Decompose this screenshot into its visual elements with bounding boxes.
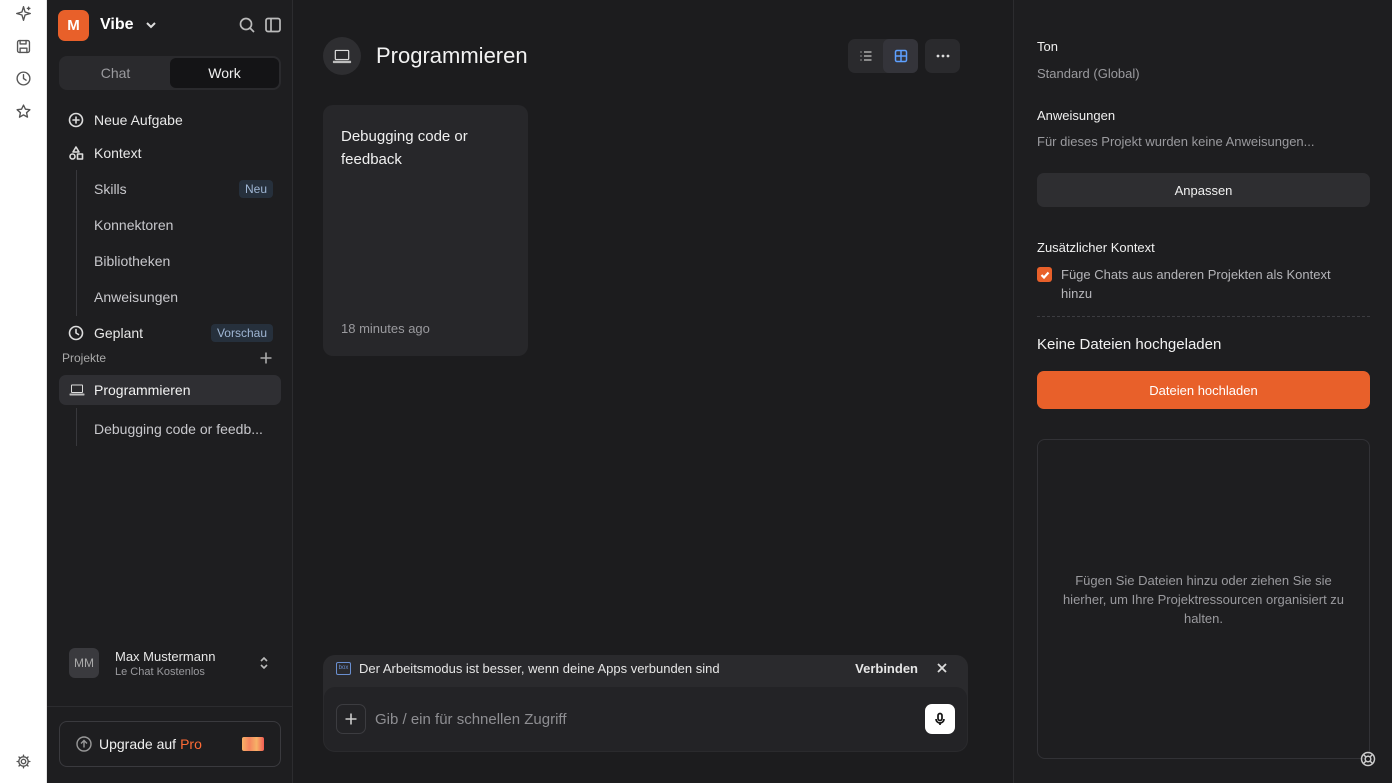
project-icon — [323, 37, 361, 75]
upgrade-label: Upgrade auf — [99, 736, 177, 752]
plus-icon — [345, 713, 357, 725]
sidebar-divider — [47, 706, 293, 707]
grid-view-button[interactable] — [883, 39, 918, 73]
sidebar-item-libraries[interactable]: Bibliotheken — [94, 247, 281, 275]
instructions-value: Für dieses Projekt wurden keine Anweisun… — [1037, 134, 1315, 149]
file-dropzone[interactable]: Fügen Sie Dateien hinzu oder ziehen Sie … — [1037, 439, 1370, 759]
extra-context-checkbox[interactable] — [1037, 267, 1052, 282]
brand-logo: M — [58, 9, 89, 41]
laptop-icon — [332, 49, 352, 63]
tone-value: Standard (Global) — [1037, 66, 1140, 81]
sidebar-item-project[interactable]: Programmieren — [59, 375, 281, 405]
sidebar-item-skills[interactable]: Skills Neu — [94, 175, 281, 203]
workspace-switcher[interactable]: M Vibe — [58, 9, 158, 41]
search-icon[interactable] — [238, 16, 256, 34]
workspace-name: Vibe — [100, 16, 134, 33]
customize-button[interactable]: Anpassen — [1037, 173, 1370, 207]
mode-switch: Chat Work — [59, 56, 281, 90]
extra-context-option: Füge Chats aus anderen Projekten als Kon… — [1037, 265, 1357, 303]
star-icon[interactable] — [13, 101, 33, 121]
files-heading: Keine Dateien hochgeladen — [1037, 336, 1222, 353]
chat-input[interactable] — [375, 704, 925, 734]
tab-work[interactable]: Work — [170, 58, 279, 88]
grid-icon — [894, 49, 907, 63]
sidebar: M Vibe Chat Work Neue Aufgabe Kontext Sk… — [47, 0, 293, 783]
checkmark-icon — [1040, 271, 1049, 279]
extra-context-text: Füge Chats aus anderen Projekten als Kon… — [1061, 267, 1331, 301]
box-icon: box — [336, 661, 351, 675]
project-name: Programmieren — [94, 382, 191, 398]
tab-chat[interactable]: Chat — [61, 58, 170, 88]
scheduled-label: Geplant — [94, 325, 144, 341]
save-icon[interactable] — [13, 36, 33, 56]
close-icon[interactable] — [936, 662, 948, 674]
user-menu[interactable]: MM Max Mustermann Le Chat Kostenlos — [59, 645, 281, 681]
more-horizontal-icon — [936, 54, 949, 58]
sparkle-icon[interactable] — [13, 3, 33, 23]
attach-button[interactable] — [336, 704, 366, 734]
add-project-icon[interactable] — [259, 351, 273, 365]
main-content: Programmieren Debugging code or feedback… — [293, 0, 1013, 783]
connectors-label: Konnektoren — [94, 217, 174, 233]
composer-input-row — [324, 687, 967, 751]
avatar: MM — [69, 648, 99, 678]
user-info: Max Mustermann Le Chat Kostenlos — [115, 649, 215, 678]
sidebar-item-scheduled[interactable]: Geplant Vorschau — [59, 319, 281, 347]
clock-icon — [68, 325, 84, 341]
laptop-icon — [69, 384, 85, 396]
skills-label: Skills — [94, 181, 127, 197]
pro-gradient-icon — [242, 737, 264, 751]
icon-rail — [0, 0, 47, 783]
project-tree-line — [76, 408, 77, 446]
tone-label: Ton — [1037, 39, 1058, 54]
project-settings-panel: Ton Standard (Global) Anweisungen Für di… — [1013, 0, 1392, 783]
list-icon — [860, 51, 871, 61]
chat-card-title: Debugging code or feedback — [341, 128, 468, 168]
upgrade-button[interactable]: Upgrade auf Pro — [59, 721, 281, 767]
context-tree-line — [76, 170, 77, 316]
list-view-button[interactable] — [848, 39, 883, 73]
user-plan: Le Chat Kostenlos — [115, 665, 205, 678]
microphone-button[interactable] — [925, 704, 955, 734]
instructions-label: Anweisungen — [94, 289, 179, 305]
extra-context-label: Zusätzlicher Kontext — [1037, 240, 1155, 255]
instructions-heading: Anweisungen — [1037, 108, 1116, 123]
new-task-button[interactable]: Neue Aufgabe — [59, 106, 281, 134]
more-options-button[interactable] — [925, 39, 960, 73]
arrow-up-circle-icon — [76, 736, 92, 752]
shapes-icon — [68, 145, 84, 161]
sidebar-item-instructions[interactable]: Anweisungen — [94, 283, 281, 311]
sidebar-item-connectors[interactable]: Konnektoren — [94, 211, 281, 239]
divider — [1037, 316, 1370, 317]
chevron-down-icon — [144, 18, 158, 32]
history-icon[interactable] — [13, 68, 33, 88]
help-icon[interactable] — [1360, 751, 1376, 767]
composer: box Der Arbeitsmodus ist besser, wenn de… — [323, 655, 968, 752]
preview-badge: Vorschau — [210, 324, 273, 342]
sidebar-toggle-icon[interactable] — [264, 16, 282, 34]
banner-text: Der Arbeitsmodus ist besser, wenn deine … — [359, 660, 720, 676]
sidebar-item-context[interactable]: Kontext — [59, 139, 281, 167]
dropzone-text: Fügen Sie Dateien hinzu oder ziehen Sie … — [1062, 572, 1345, 626]
sidebar-item-project-chat[interactable]: Debugging code or feedb... — [94, 415, 281, 443]
projects-section-label: Projekte — [62, 351, 107, 365]
chat-card[interactable]: Debugging code or feedback — [323, 105, 528, 356]
connect-button[interactable]: Verbinden — [855, 661, 918, 676]
libraries-label: Bibliotheken — [94, 253, 171, 269]
microphone-icon — [935, 712, 945, 725]
connect-apps-banner: box Der Arbeitsmodus ist besser, wenn de… — [323, 655, 968, 681]
new-badge: Neu — [238, 180, 273, 198]
new-task-label: Neue Aufgabe — [94, 112, 183, 128]
project-chat-label: Debugging code or feedb... — [94, 421, 263, 437]
chat-card-time: 18 minutes ago — [341, 321, 430, 336]
context-label: Kontext — [94, 145, 142, 161]
settings-icon[interactable] — [13, 751, 33, 771]
view-toggle — [848, 39, 918, 73]
plus-circle-icon — [68, 112, 84, 128]
upgrade-pro-label: Pro — [180, 736, 202, 752]
upload-files-button[interactable]: Dateien hochladen — [1037, 371, 1370, 409]
chevron-up-down-icon — [257, 656, 271, 670]
user-name: Max Mustermann — [115, 648, 216, 664]
page-title: Programmieren — [376, 43, 528, 68]
